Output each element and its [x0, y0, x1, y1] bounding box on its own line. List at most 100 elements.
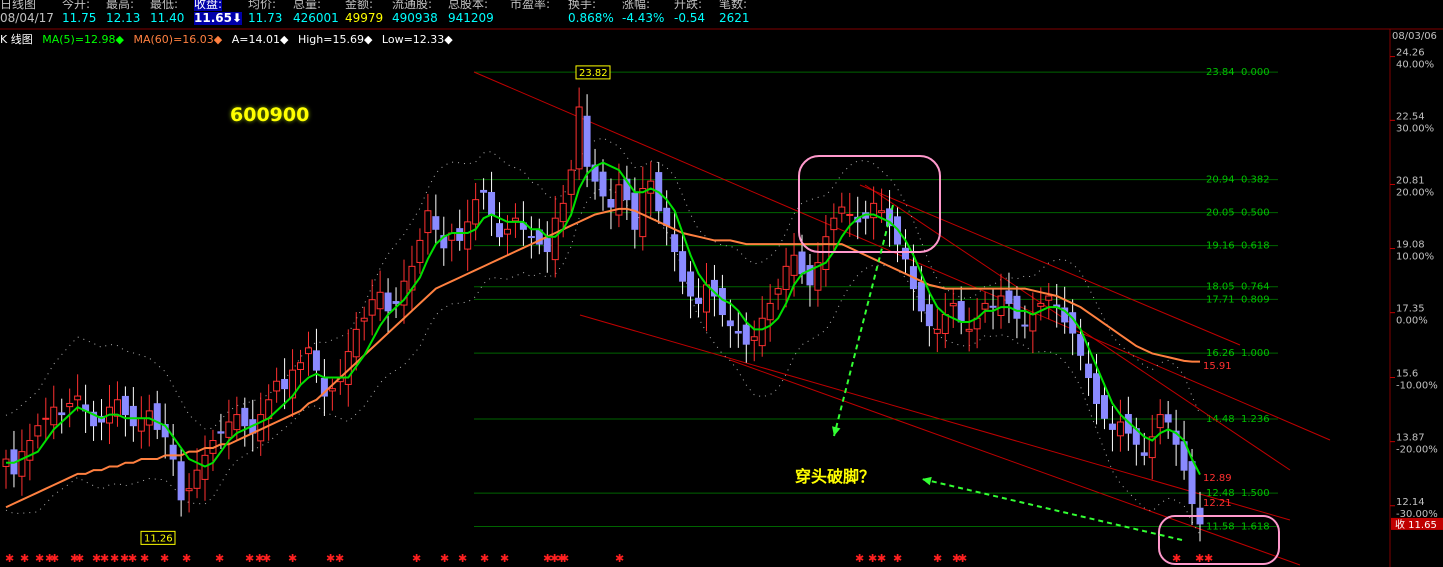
candle-body — [464, 221, 472, 250]
ma60-value: MA(60)=16.03◆ — [133, 33, 223, 46]
candle-body — [766, 302, 774, 321]
price-mark: 12.89 — [1203, 473, 1232, 484]
header-value-2: 12.13 — [106, 11, 141, 25]
signal-star: ✱ — [560, 552, 569, 565]
candle-body — [798, 251, 806, 275]
candle-body — [663, 207, 671, 227]
fib-ratio-label: 0.809 — [1241, 294, 1270, 305]
candle-body — [169, 444, 177, 460]
low-value: Low=12.33◆ — [381, 33, 453, 46]
header-label-10: 市盈率: — [510, 0, 551, 11]
candle-body — [774, 288, 782, 295]
candle-body — [607, 199, 615, 208]
candle-body — [360, 317, 368, 322]
signal-star: ✱ — [855, 552, 864, 565]
candle-body — [830, 217, 838, 231]
header-value-13: -0.54 — [674, 11, 706, 25]
candle-body — [1077, 334, 1085, 356]
candle-body — [583, 115, 591, 167]
stock-code: 600900 — [230, 104, 310, 126]
signal-star: ✱ — [75, 552, 84, 565]
candle-body — [328, 388, 336, 392]
fib-ratio-label: 0.618 — [1241, 241, 1270, 252]
signal-star: ✱ — [50, 552, 59, 565]
signal-star: ✱ — [458, 552, 467, 565]
price-mark: 12.21 — [1203, 498, 1232, 509]
fib-ratio-label: 0.500 — [1241, 208, 1270, 219]
a-value: A=14.01◆ — [231, 33, 289, 46]
signal-star: ✱ — [893, 552, 902, 565]
candle-body — [647, 180, 655, 194]
candle-body — [384, 292, 392, 312]
candle-body — [129, 405, 137, 427]
y-tick-price: 22.54 — [1396, 111, 1425, 122]
header-value-8: 490938 — [392, 11, 438, 25]
header-label-2: 最高: — [106, 0, 135, 11]
signal-star: ✱ — [1195, 552, 1204, 565]
candle-body — [981, 302, 989, 310]
signal-star: ✱ — [326, 552, 335, 565]
y-tick-price: 17.35 — [1396, 304, 1425, 315]
signal-star: ✱ — [335, 552, 344, 565]
arrow-down-head — [832, 426, 841, 436]
trend-line — [864, 184, 1291, 471]
signal-star: ✱ — [215, 552, 224, 565]
candle-body — [193, 469, 201, 489]
candle-body — [726, 320, 734, 327]
candle-body — [1116, 421, 1124, 437]
candle-body — [838, 206, 846, 214]
axis-date: 08/03/06 — [1392, 31, 1437, 42]
chart-name[interactable]: K 线图 — [0, 33, 33, 46]
candle-body — [18, 451, 26, 477]
lower-band — [5, 186, 1201, 535]
header-value-5: 11.73 — [248, 11, 283, 25]
candle-body — [567, 169, 575, 195]
candle-body — [758, 317, 766, 347]
header-label-13: 升跌: — [674, 0, 703, 11]
header-value-11: 0.868% — [568, 11, 614, 25]
signal-star: ✱ — [35, 552, 44, 565]
candle-body — [304, 347, 312, 355]
candle-body — [599, 171, 607, 197]
candle-body — [496, 223, 504, 238]
candle-body — [1093, 373, 1101, 404]
candle-body — [1100, 395, 1108, 419]
signal-star: ✱ — [500, 552, 509, 565]
candle-body — [1021, 324, 1029, 327]
candle-body — [392, 301, 400, 304]
header-label-5: 均价: — [248, 0, 277, 11]
candle-body — [153, 403, 161, 430]
header-value-3: 11.40 — [150, 11, 185, 25]
y-tick-pct: 0.00% — [1396, 316, 1428, 327]
candle-body — [480, 189, 488, 193]
candle-body — [297, 362, 305, 370]
candle-body — [1108, 423, 1116, 430]
candle-body — [472, 199, 480, 225]
signal-star: ✱ — [615, 552, 624, 565]
arrow-left — [921, 478, 1183, 541]
candle-body — [702, 284, 710, 313]
candle-body — [241, 407, 249, 427]
header-value-7: 49979 — [345, 11, 384, 25]
y-tick-pct: -20.00% — [1396, 445, 1438, 456]
y-tick-price: 12.14 — [1396, 497, 1425, 508]
header-label-8: 流通股: — [392, 0, 433, 11]
fib-price-label: 11.58 — [1206, 522, 1235, 533]
y-tick-price: 20.81 — [1396, 175, 1425, 186]
candle-body — [503, 228, 511, 235]
fib-ratio-label: 0.382 — [1241, 175, 1270, 186]
y-tick-pct: 20.00% — [1396, 187, 1434, 198]
signal-star: ✱ — [933, 552, 942, 565]
candle-body — [281, 378, 289, 390]
header-label-3: 最低: — [150, 0, 179, 11]
candle-body — [543, 238, 551, 253]
signal-star: ✱ — [110, 552, 119, 565]
extreme-label: 23.82 — [579, 68, 608, 79]
header-label-14: 笔数: — [719, 0, 748, 11]
candle-body — [34, 425, 42, 437]
signal-star: ✱ — [440, 552, 449, 565]
fib-price-label: 16.26 — [1206, 348, 1235, 359]
candle-body — [965, 328, 973, 332]
candle-body — [1140, 452, 1148, 456]
candle-body — [368, 299, 376, 316]
